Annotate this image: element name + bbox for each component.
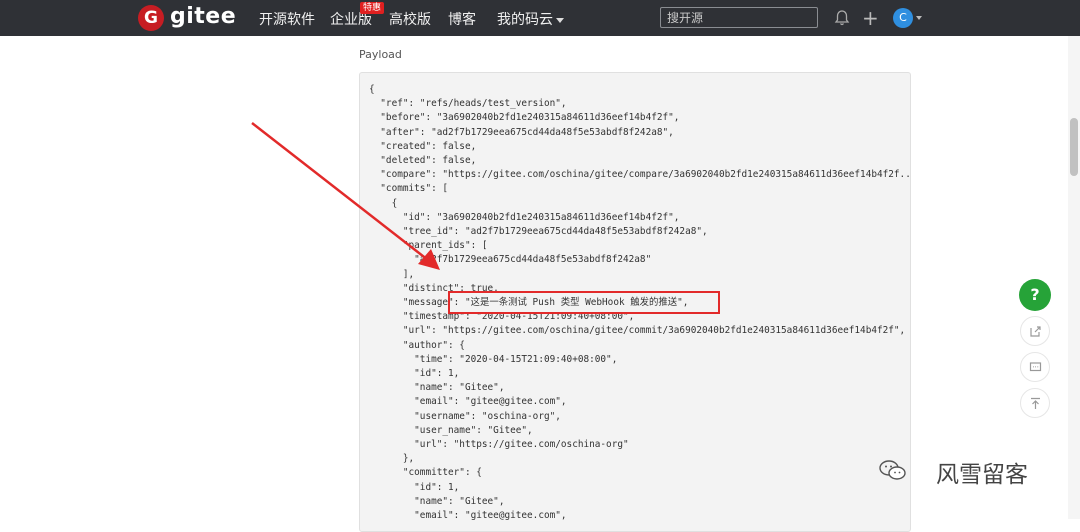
scrollbar[interactable] bbox=[1068, 36, 1080, 519]
payload-code-block: { "ref": "refs/heads/test_version", "bef… bbox=[359, 72, 911, 532]
share-button[interactable] bbox=[1020, 316, 1050, 346]
code-line: "author": { bbox=[369, 339, 465, 351]
nav-blog[interactable]: 博客 bbox=[448, 9, 476, 29]
code-line: "user_name": "Gitee", bbox=[369, 424, 533, 436]
code-line: "after": "ad2f7b1729eea675cd44da48f5e53a… bbox=[369, 126, 674, 138]
help-button[interactable]: ? bbox=[1019, 279, 1051, 311]
watermark-text: 风雪留客 bbox=[936, 462, 1028, 488]
top-navigation-bar: G gitee 开源软件 企业版 特惠 高校版 博客 我的码云 + C bbox=[0, 0, 1080, 36]
bell-icon[interactable] bbox=[833, 9, 851, 27]
scrollbar-thumb[interactable] bbox=[1070, 118, 1078, 176]
code-line: "committer": { bbox=[369, 467, 482, 479]
gitee-logo[interactable]: G gitee bbox=[138, 4, 236, 31]
nav-open-source[interactable]: 开源软件 bbox=[259, 9, 315, 29]
hot-deal-badge: 特惠 bbox=[360, 2, 385, 14]
code-line: "url": "https://gitee.com/oschina-org" bbox=[369, 439, 629, 451]
code-line: "name": "Gitee", bbox=[369, 495, 505, 507]
comment-icon bbox=[1029, 362, 1042, 372]
code-line: "deleted": false, bbox=[369, 155, 477, 167]
nav-my-gitee[interactable]: 我的码云 bbox=[497, 9, 564, 29]
nav-my-gitee-label: 我的码云 bbox=[497, 12, 553, 28]
code-line: "name": "Gitee", bbox=[369, 382, 505, 394]
code-line: "tree_id": "ad2f7b1729eea675cd44da48f5e5… bbox=[369, 226, 708, 238]
code-line: "distinct": true, bbox=[369, 282, 499, 294]
avatar[interactable]: C bbox=[893, 8, 913, 28]
code-line: "commits": [ bbox=[369, 183, 449, 195]
nav-education[interactable]: 高校版 bbox=[389, 9, 431, 29]
code-line: ], bbox=[369, 268, 415, 280]
code-line: "email": "gitee@gitee.com", bbox=[369, 396, 567, 408]
arrow-up-icon bbox=[1031, 397, 1040, 409]
code-line: "compare": "https://gitee.com/oschina/gi… bbox=[369, 169, 911, 181]
back-to-top-button[interactable] bbox=[1020, 388, 1050, 418]
chevron-down-icon bbox=[556, 17, 564, 23]
code-line: { bbox=[369, 84, 375, 95]
code-line: "parent_ids": [ bbox=[369, 240, 488, 252]
code-line: "url": "https://gitee.com/oschina/gitee/… bbox=[369, 325, 906, 337]
code-line: "timestamp": "2020-04-15T21:09:40+08:00"… bbox=[369, 311, 635, 323]
wechat-icon bbox=[879, 460, 906, 480]
code-line: "id": "3a6902040b2fd1e240315a84611d36eef… bbox=[369, 211, 680, 223]
code-line: "email": "gitee@gitee.com", bbox=[369, 510, 567, 522]
code-line: { bbox=[369, 197, 398, 209]
comment-button[interactable] bbox=[1020, 352, 1050, 382]
gitee-logo-text: gitee bbox=[170, 4, 237, 29]
code-line: "message": "这是一条测试 Push 类型 WebHook 触发的推送… bbox=[369, 297, 689, 309]
code-line: "ad2f7b1729eea675cd44da48f5e53abdf8f242a… bbox=[369, 254, 652, 266]
code-line: "time": "2020-04-15T21:09:40+08:00", bbox=[369, 353, 618, 365]
code-line: }, bbox=[369, 453, 415, 465]
gitee-logo-icon: G bbox=[138, 5, 164, 31]
payload-section-title: Payload bbox=[359, 48, 402, 61]
avatar-chevron-down-icon[interactable] bbox=[916, 16, 922, 20]
code-line: "id": 1, bbox=[369, 368, 460, 380]
payload-code: { "ref": "refs/heads/test_version", "bef… bbox=[369, 83, 911, 523]
code-line: "username": "oschina-org", bbox=[369, 410, 561, 422]
code-line: "id": 1, bbox=[369, 481, 460, 493]
code-line: "ref": "refs/heads/test_version", bbox=[369, 98, 567, 110]
code-line: "created": false, bbox=[369, 140, 477, 152]
share-icon bbox=[1030, 326, 1041, 337]
plus-icon[interactable]: + bbox=[862, 8, 879, 28]
search-input[interactable] bbox=[660, 7, 818, 28]
code-line: "before": "3a6902040b2fd1e240315a84611d3… bbox=[369, 112, 680, 124]
